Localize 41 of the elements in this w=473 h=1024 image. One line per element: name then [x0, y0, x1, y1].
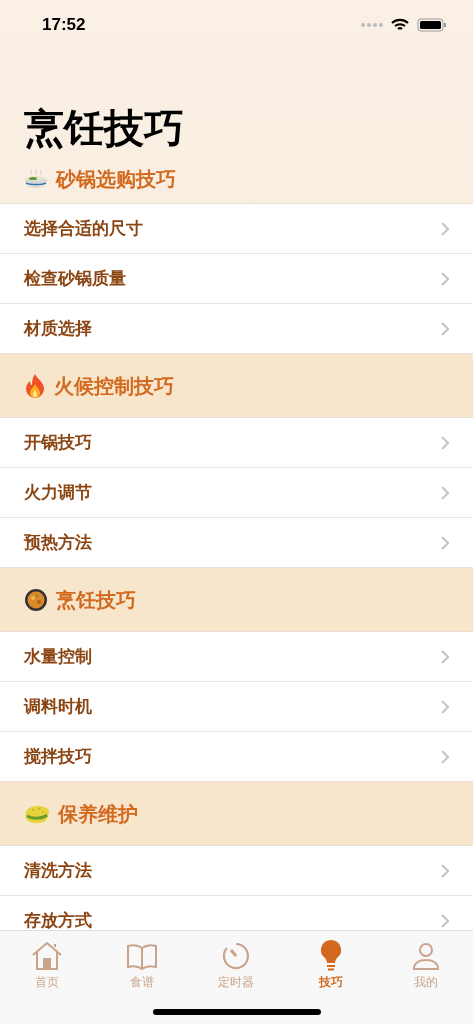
chevron-icon [441, 749, 449, 764]
chevron-icon [441, 221, 449, 236]
flame-icon [24, 372, 46, 399]
chevron-icon [441, 485, 449, 500]
chevron-icon [441, 699, 449, 714]
row-label: 水量控制 [24, 645, 92, 668]
row-label: 清洗方法 [24, 859, 92, 882]
status-time: 17:52 [42, 14, 86, 37]
lightbulb-icon [320, 939, 343, 971]
section-title: 保养维护 [58, 801, 138, 827]
row-label: 火力调节 [24, 481, 92, 504]
row-label: 预热方法 [24, 531, 92, 554]
row-label: 搅拌技巧 [24, 745, 92, 768]
chevron-icon [441, 863, 449, 878]
chevron-icon [441, 435, 449, 450]
person-icon [410, 941, 441, 971]
sponge-icon [24, 803, 50, 824]
book-icon [125, 943, 158, 971]
page-title: 烹饪技巧 [23, 105, 185, 152]
battery-icon [417, 18, 447, 32]
chevron-icon [441, 913, 449, 928]
row-label: 开锅技巧 [24, 431, 92, 454]
timer-icon [221, 941, 252, 971]
row-label: 材质选择 [24, 317, 92, 340]
chevron-icon [441, 649, 449, 664]
tab-item[interactable]: 技巧 [283, 931, 379, 991]
home-icon [31, 941, 64, 971]
row-label: 选择合适的尺寸 [24, 217, 143, 240]
chevron-icon [441, 321, 449, 336]
section-title: 火候控制技巧 [54, 373, 174, 399]
wifi-icon [391, 18, 409, 32]
section-title: 烹饪技巧 [56, 587, 136, 613]
chevron-icon [441, 271, 449, 286]
section-title: 砂锅选购技巧 [56, 166, 176, 192]
pan-icon [24, 587, 48, 612]
chevron-icon [441, 535, 449, 550]
bowl-icon [24, 167, 48, 190]
signal-icon [361, 23, 383, 27]
row-label: 检查砂锅质量 [24, 267, 126, 290]
row-label: 存放方式 [24, 909, 92, 930]
row-label: 调料时机 [24, 695, 92, 718]
